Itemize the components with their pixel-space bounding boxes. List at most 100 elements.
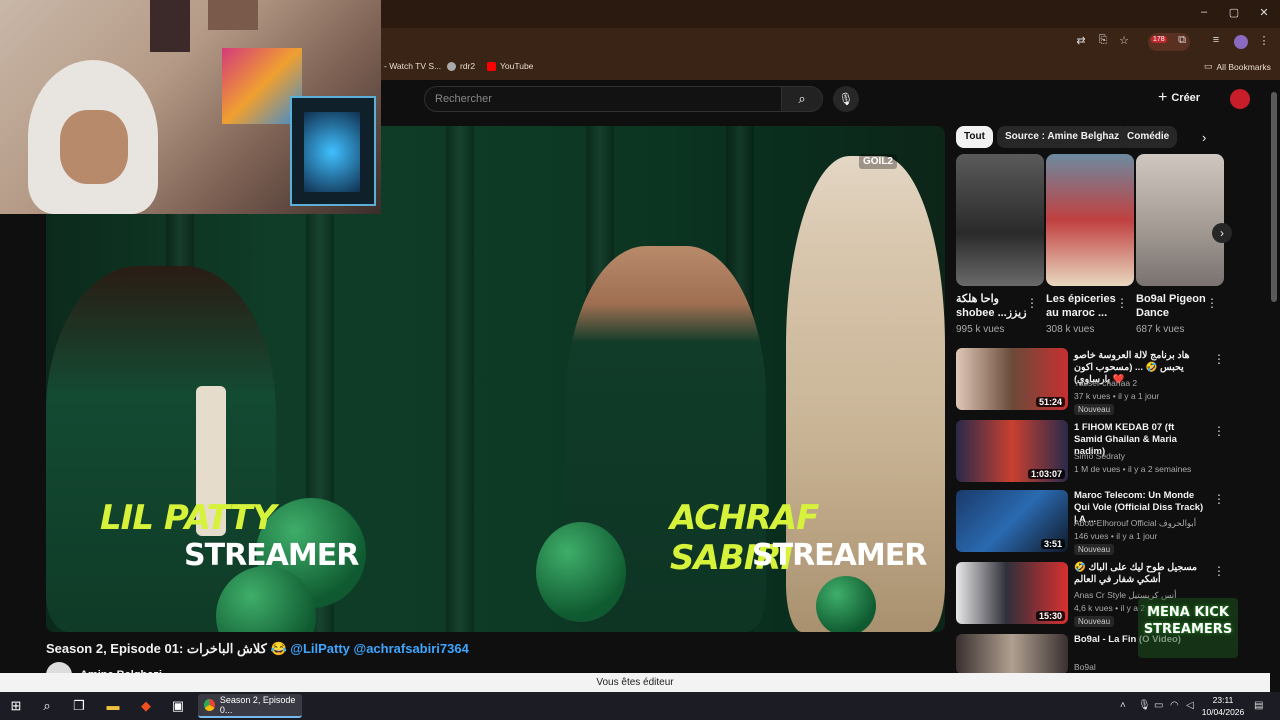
microphone-icon[interactable]: 🎙 (1138, 700, 1151, 711)
voice-search-button[interactable]: 🎙 (833, 86, 859, 112)
file-explorer-icon[interactable]: ▬ (104, 697, 122, 715)
task-view-icon[interactable]: ❐ (70, 697, 88, 715)
chip-source[interactable]: Source : Amine Belghazi (997, 126, 1130, 148)
taskbar-chrome-window[interactable]: Season 2, Episode 0... (198, 694, 302, 718)
video-duration: 3:51 (1040, 539, 1065, 549)
new-badge: Nouveau (1074, 404, 1115, 415)
poster (150, 0, 190, 52)
more-options-icon[interactable]: ⋮ (1213, 492, 1225, 506)
short-views: 995 k vues (956, 324, 1005, 335)
create-button[interactable]: + Créer (1158, 89, 1200, 107)
more-options-icon[interactable]: ⋮ (1116, 296, 1128, 310)
menu-icon[interactable]: ⋮ (1256, 34, 1272, 47)
short-thumbnail[interactable] (1136, 154, 1224, 286)
plus-icon: + (1158, 89, 1168, 106)
recommendation-meta: 146 vues • il y a 1 jour (1074, 531, 1158, 541)
search-button[interactable]: ⌕ (781, 86, 823, 112)
system-clock[interactable]: 23:11 10/04/2026 (1198, 694, 1248, 718)
wifi-icon[interactable]: ◠ (1170, 700, 1179, 711)
new-badge: Nouveau (1074, 616, 1115, 627)
chip-comedy[interactable]: Comédie (1119, 126, 1178, 148)
shorts-next-button[interactable]: › (1212, 223, 1232, 243)
network-icon[interactable]: ▭ (1154, 700, 1163, 711)
bookmark-item[interactable]: - Watch TV S... (384, 61, 441, 71)
star-icon[interactable]: ☆ (1116, 34, 1132, 47)
account-avatar[interactable] (1230, 89, 1250, 109)
bookmark-item[interactable]: YouTube (487, 61, 533, 71)
all-bookmarks[interactable]: ▭ All Bookmarks (1204, 61, 1271, 72)
new-badge: Nouveau (1074, 544, 1115, 555)
video-duration: 51:24 (1035, 397, 1065, 407)
chevron-right-icon: › (1220, 226, 1224, 240)
short-thumbnail[interactable] (956, 154, 1044, 286)
recommendation-meta: 1 M de vues • il y a 2 semaines (1074, 464, 1192, 474)
recommendation-title[interactable]: مسجيل طوح ليك على الباك 🤣 أشكي شفار في ا… (1074, 562, 1204, 586)
chip-all[interactable]: Tout (956, 126, 993, 148)
recommendation-channel[interactable]: Abou-Elhorouf Official أبوالحروف (1074, 518, 1196, 529)
short-views: 308 k vues (1046, 324, 1095, 335)
search-input[interactable]: Rechercher (424, 86, 782, 112)
store-icon[interactable]: ▣ (169, 697, 187, 715)
recommendation-channel[interactable]: Simo Sedraty (1074, 451, 1125, 461)
bookmark-item[interactable]: rdr2 (447, 61, 475, 71)
recommendation-meta: 4,6 k vues • il y a 2 (1074, 603, 1146, 613)
puzzle-icon[interactable]: ⧉ (1174, 34, 1190, 47)
search-icon: ⌕ (798, 91, 806, 106)
volume-icon[interactable]: ◁ (1186, 700, 1194, 711)
bookmark-label: YouTube (500, 61, 534, 71)
recommendation-thumbnail[interactable]: 15:30 (956, 562, 1068, 624)
video-duration: 1:03:07 (1027, 469, 1065, 479)
profile-avatar[interactable] (1234, 35, 1248, 49)
bookmark-label: - Watch TV S... (384, 61, 442, 71)
video-title-text: Season 2, Episode 01: كلاش الباخرات 😂 (46, 641, 287, 656)
notification-icon[interactable]: ▤ (1254, 700, 1263, 711)
more-options-icon[interactable]: ⋮ (1213, 424, 1225, 438)
close-icon[interactable]: ✕ (1256, 6, 1272, 19)
chevron-up-icon[interactable]: ˄ (1120, 700, 1126, 711)
scrollbar[interactable] (1271, 92, 1277, 302)
clock-time: 23:11 (1212, 695, 1234, 705)
more-options-icon[interactable]: ⋮ (1213, 352, 1225, 366)
microphone-icon: 🎙 (838, 92, 854, 106)
short-thumbnail[interactable] (1046, 154, 1134, 286)
recommendation-channel[interactable]: Bo9al (1074, 662, 1096, 672)
video-title-handles[interactable]: @LilPatty @achrafsabiri7364 (290, 641, 469, 656)
maximize-icon[interactable]: ▢ (1226, 6, 1242, 19)
short-title[interactable]: Bo9al Pigeon Dance (1136, 292, 1212, 320)
editor-notice: Vous êtes éditeur (0, 673, 1270, 692)
minimize-icon[interactable]: – (1196, 6, 1212, 18)
short-title[interactable]: واحا هلكة shobee ...زيزز (956, 292, 1032, 320)
short-title[interactable]: Les épiceries au maroc ... (1046, 292, 1122, 320)
recommendation-meta: 37 k vues • il y a 1 jour (1074, 391, 1160, 401)
windows-start-icon[interactable]: ⊞ (7, 697, 25, 715)
recommendation-thumbnail[interactable]: 51:24 (956, 348, 1068, 410)
video-corner-logo: GOIL2 (858, 154, 897, 169)
brave-icon[interactable]: ◆ (137, 697, 155, 715)
translate-icon[interactable]: ⇄ (1073, 34, 1089, 47)
youtube-icon (487, 61, 496, 71)
search-icon[interactable]: ⌕ (38, 697, 56, 715)
media-icon[interactable]: ≡ (1208, 34, 1224, 46)
recommendation-thumbnail[interactable]: 3:51 (956, 490, 1068, 552)
right-role-text: STREAMER (752, 538, 927, 573)
more-options-icon[interactable]: ⋮ (1206, 296, 1218, 310)
extension-badge[interactable]: 178 (1151, 36, 1167, 43)
recommendation-channel[interactable]: Yasser chanaa 2 (1074, 378, 1137, 388)
video-title: Season 2, Episode 01: كلاش الباخرات 😂 @L… (46, 641, 469, 657)
webcam-overlay (0, 0, 381, 214)
mena-kick-streamers-logo: MENA KICK STREAMERS (1138, 598, 1238, 658)
chevron-right-icon[interactable]: › (1202, 130, 1206, 145)
windows-taskbar (0, 692, 1280, 720)
taskbar-window-title: Season 2, Episode 0... (219, 695, 296, 715)
recommendation-thumbnail[interactable] (956, 634, 1068, 674)
recommendation-thumbnail[interactable]: 1:03:07 (956, 420, 1068, 482)
globe-icon (447, 61, 456, 71)
pc-lights (304, 112, 360, 192)
bookmark-label: rdr2 (460, 61, 476, 71)
more-options-icon[interactable]: ⋮ (1026, 296, 1038, 310)
more-options-icon[interactable]: ⋮ (1213, 564, 1225, 578)
all-bookmarks-label: All Bookmarks (1216, 61, 1271, 72)
cast-icon[interactable]: ⎘ (1095, 34, 1111, 47)
folder-icon: ▭ (1204, 61, 1213, 71)
left-name-text: LIL PATTY (100, 498, 276, 538)
